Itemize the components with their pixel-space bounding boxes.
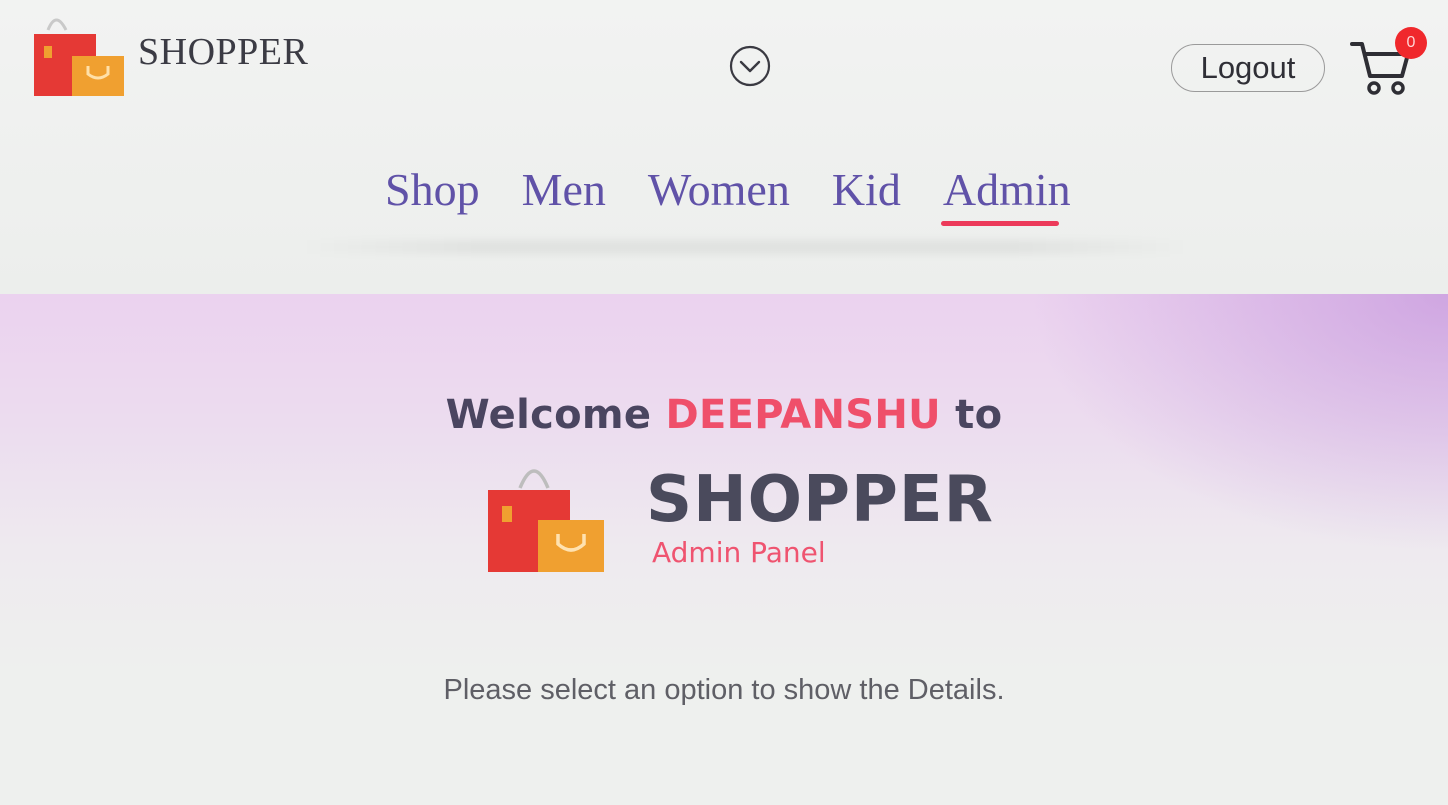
- hero-brand-name: SHOPPER: [646, 463, 994, 537]
- site-header: SHOPPER Logout 0 Shop Men Women Kid Admi…: [0, 0, 1448, 300]
- admin-hero: Welcome DEEPANSHU to SHOPPER Admin Panel…: [0, 294, 1448, 805]
- main-nav: Shop Men Women Kid Admin: [385, 160, 1071, 226]
- shopping-bag-logo-large: [488, 469, 604, 572]
- welcome-heading: Welcome DEEPANSHU to: [0, 392, 1448, 438]
- cart-count-badge: 0: [1395, 27, 1427, 59]
- nav-divider-shadow: [300, 240, 1190, 254]
- nav-item-kid[interactable]: Kid: [832, 160, 901, 220]
- welcome-suffix: to: [955, 392, 1003, 438]
- admin-panel-subtitle: Admin Panel: [652, 536, 826, 569]
- select-option-hint: Please select an option to show the Deta…: [443, 674, 1005, 706]
- username: DEEPANSHU: [665, 392, 941, 438]
- brand-name: SHOPPER: [138, 31, 309, 73]
- logout-button[interactable]: Logout: [1171, 44, 1325, 92]
- nav-item-shop[interactable]: Shop: [385, 160, 480, 220]
- nav-item-admin[interactable]: Admin: [940, 160, 1071, 226]
- nav-item-women[interactable]: Women: [648, 160, 790, 220]
- welcome-prefix: Welcome: [445, 392, 652, 438]
- shopping-bag-logo: [34, 18, 124, 96]
- nav-item-men[interactable]: Men: [522, 160, 606, 220]
- brand[interactable]: SHOPPER: [30, 10, 308, 100]
- chevron-down-circle-icon[interactable]: [728, 44, 772, 88]
